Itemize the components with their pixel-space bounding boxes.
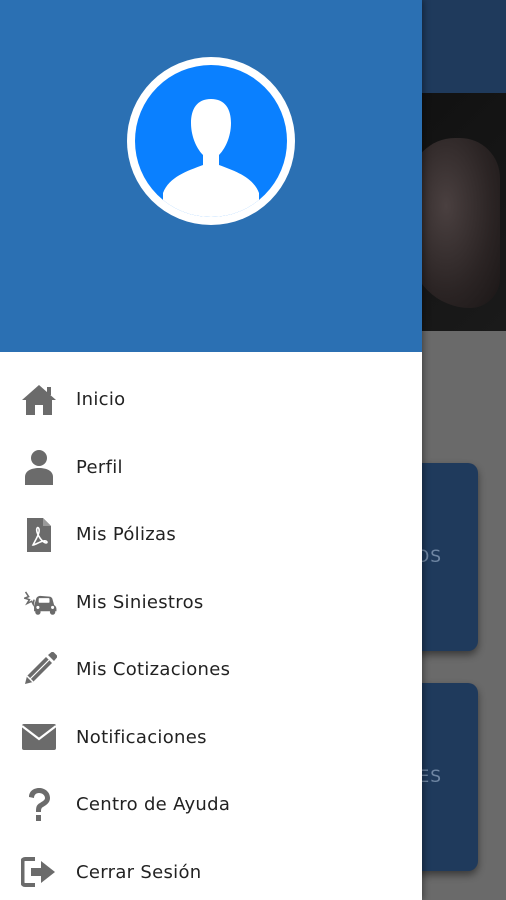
menu-item-mis-siniestros[interactable]: Mis Siniestros xyxy=(0,569,422,637)
question-mark-icon xyxy=(20,786,58,824)
avatar[interactable] xyxy=(127,57,295,225)
menu-item-notificaciones-label: Notificaciones xyxy=(76,726,207,748)
menu-item-centro-de-ayuda-label: Centro de Ayuda xyxy=(76,794,231,816)
pdf-file-icon xyxy=(20,516,58,554)
drawer-header xyxy=(0,0,422,352)
menu-item-notificaciones[interactable]: Notificaciones xyxy=(0,704,422,772)
envelope-icon xyxy=(20,718,58,756)
menu-item-mis-polizas-label: Mis Pólizas xyxy=(76,524,177,546)
person-icon xyxy=(20,448,58,486)
menu-item-cerrar-sesion[interactable]: Cerrar Sesión xyxy=(0,839,422,900)
menu-item-inicio-label: Inicio xyxy=(76,389,126,411)
menu-item-mis-polizas[interactable]: Mis Pólizas xyxy=(0,501,422,569)
menu-item-mis-siniestros-label: Mis Siniestros xyxy=(76,591,204,613)
drawer-menu: Inicio Perfil Mis Pólizas Mis Siniestros… xyxy=(0,366,422,900)
menu-item-centro-de-ayuda[interactable]: Centro de Ayuda xyxy=(0,771,422,839)
app-screen: OS NES Inicio Perfil Mis Pólizas Mis Sin… xyxy=(0,0,506,900)
home-icon xyxy=(20,381,58,419)
background-photo-hand xyxy=(410,138,500,308)
pencil-icon xyxy=(20,651,58,689)
menu-item-perfil-label: Perfil xyxy=(76,456,123,478)
menu-item-inicio[interactable]: Inicio xyxy=(0,366,422,434)
person-silhouette-icon xyxy=(163,99,259,217)
menu-item-cerrar-sesion-label: Cerrar Sesión xyxy=(76,861,202,883)
navigation-drawer: Inicio Perfil Mis Pólizas Mis Siniestros… xyxy=(0,0,422,900)
car-crash-icon xyxy=(20,583,58,621)
menu-item-mis-cotizaciones[interactable]: Mis Cotizaciones xyxy=(0,636,422,704)
menu-item-mis-cotizaciones-label: Mis Cotizaciones xyxy=(76,659,231,681)
avatar-placeholder xyxy=(135,65,287,217)
sign-out-icon xyxy=(20,853,58,891)
menu-item-perfil[interactable]: Perfil xyxy=(0,434,422,502)
